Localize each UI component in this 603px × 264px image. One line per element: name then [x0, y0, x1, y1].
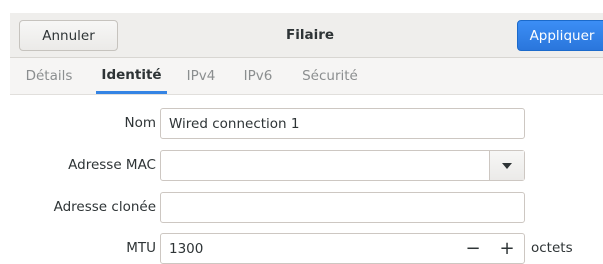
name-field[interactable]: Wired connection 1 [160, 108, 525, 139]
mtu-decrease-button[interactable]: − [456, 234, 490, 263]
mac-dropdown-button[interactable] [489, 151, 524, 180]
mtu-label: MTU [126, 240, 156, 256]
cloned-mac-label: Adresse clonée [53, 199, 156, 215]
tab-identity[interactable]: Identité [96, 58, 167, 94]
mtu-increase-button[interactable]: + [490, 234, 524, 263]
tab-details[interactable]: Détails [15, 58, 83, 94]
apply-button[interactable]: Appliquer [517, 20, 603, 51]
pan-down-icon [502, 162, 512, 169]
tab-ipv6[interactable]: IPv6 [236, 58, 280, 94]
name-label: Nom [124, 115, 156, 131]
mtu-spinbutton[interactable]: 1300 − + [160, 233, 525, 264]
tab-ipv4[interactable]: IPv4 [180, 58, 222, 94]
tab-security[interactable]: Sécurité [294, 58, 366, 94]
cloned-mac-field[interactable] [160, 192, 525, 223]
mac-address-combo[interactable] [160, 150, 525, 181]
mtu-units-label: octets [531, 240, 573, 256]
mtu-value: 1300 [169, 240, 204, 257]
dialog-title: Filaire [285, 27, 335, 43]
name-value: Wired connection 1 [169, 115, 300, 132]
header-bar: Annuler Filaire Appliquer [10, 13, 603, 58]
cancel-button[interactable]: Annuler [19, 20, 118, 51]
mac-label: Adresse MAC [68, 157, 156, 173]
tab-bar: Détails Identité IPv4 IPv6 Sécurité [10, 58, 603, 95]
